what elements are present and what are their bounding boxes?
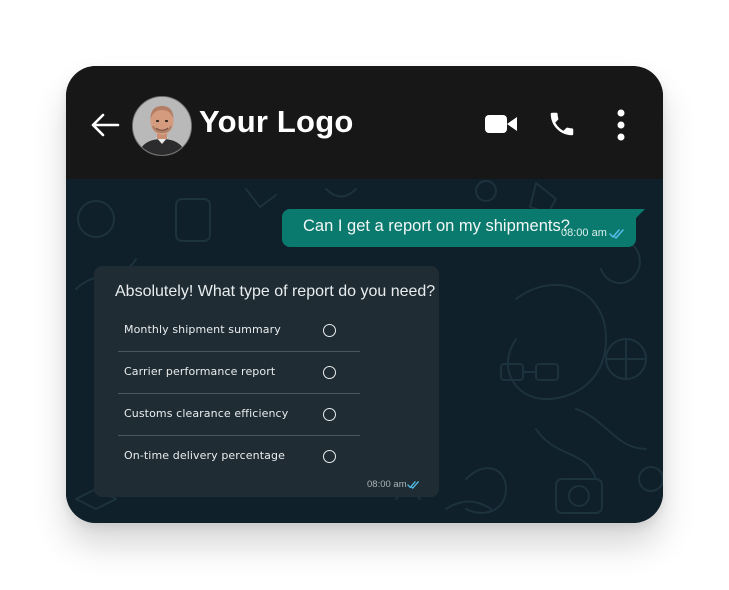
contact-avatar-image bbox=[133, 97, 191, 155]
voice-call-button[interactable] bbox=[547, 109, 577, 139]
incoming-message-time: 08:00 am bbox=[367, 479, 407, 490]
chat-window: Your Logo Can I get a report on my shipm… bbox=[66, 66, 663, 523]
radio-button[interactable] bbox=[323, 324, 336, 337]
outgoing-message-time: 08:00 am bbox=[561, 227, 607, 239]
poll-option[interactable]: Carrier performance report bbox=[118, 352, 360, 394]
avatar[interactable] bbox=[132, 96, 192, 156]
bubble-tail bbox=[635, 209, 645, 219]
radio-button[interactable] bbox=[323, 408, 336, 421]
poll-option-label: Customs clearance efficiency bbox=[124, 407, 289, 420]
outgoing-message-text: Can I get a report on my shipments? bbox=[303, 217, 570, 235]
more-vertical-icon bbox=[617, 109, 625, 141]
incoming-poll-message[interactable]: Absolutely! What type of report do you n… bbox=[94, 266, 439, 497]
poll-option[interactable]: Customs clearance efficiency bbox=[118, 394, 360, 436]
poll-question: Absolutely! What type of report do you n… bbox=[115, 283, 436, 300]
poll-option-label: Monthly shipment summary bbox=[124, 323, 281, 336]
poll-options: Monthly shipment summary Carrier perform… bbox=[118, 310, 360, 477]
arrow-left-icon bbox=[91, 113, 120, 137]
poll-option[interactable]: On-time delivery percentage bbox=[118, 436, 360, 477]
double-check-icon bbox=[609, 229, 624, 239]
back-button[interactable] bbox=[88, 110, 122, 140]
chat-header: Your Logo bbox=[66, 66, 663, 179]
radio-button[interactable] bbox=[323, 366, 336, 379]
poll-option-label: On-time delivery percentage bbox=[124, 449, 285, 462]
outgoing-message[interactable]: Can I get a report on my shipments? 08:0… bbox=[282, 209, 645, 247]
poll-option-label: Carrier performance report bbox=[124, 365, 276, 378]
more-options-button[interactable] bbox=[614, 109, 628, 141]
phone-icon bbox=[550, 112, 574, 136]
video-call-button[interactable] bbox=[485, 113, 518, 135]
chat-area[interactable]: Can I get a report on my shipments? 08:0… bbox=[66, 179, 663, 523]
radio-button[interactable] bbox=[323, 450, 336, 463]
chat-title: Your Logo bbox=[199, 104, 354, 139]
poll-option[interactable]: Monthly shipment summary bbox=[118, 310, 360, 352]
double-check-icon bbox=[407, 481, 419, 489]
video-call-icon bbox=[485, 115, 517, 133]
